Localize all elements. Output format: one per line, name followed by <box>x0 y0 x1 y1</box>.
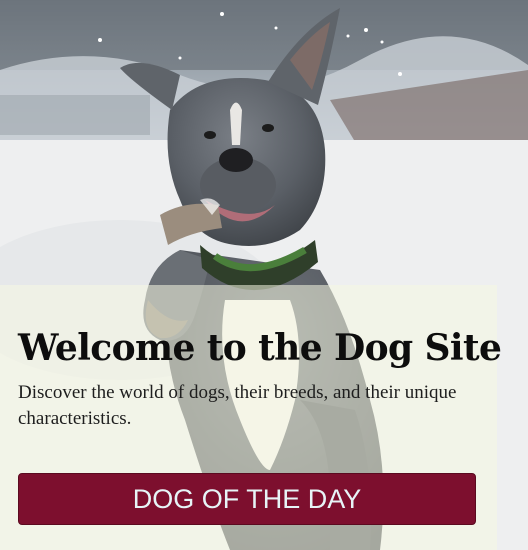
dog-of-the-day-button[interactable]: DOG OF THE DAY <box>18 473 476 525</box>
hero-section: Welcome to the Dog Site Discover the wor… <box>0 0 528 550</box>
hero-subtitle: Discover the world of dogs, their breeds… <box>18 382 457 429</box>
page-title: Welcome to the Dog Site <box>18 327 502 369</box>
